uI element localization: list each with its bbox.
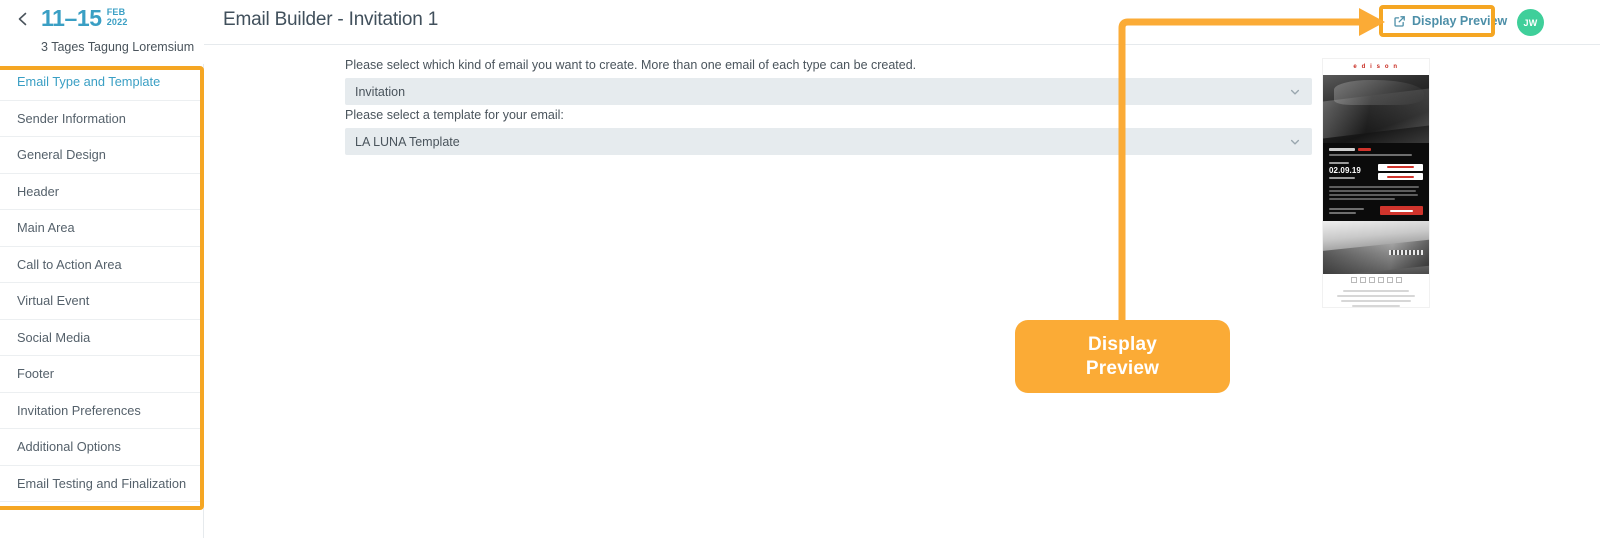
template-label: Please select a template for your email:: [345, 108, 564, 122]
chevron-down-icon[interactable]: [1289, 136, 1301, 148]
thumbnail-date-row: 02.09.19: [1329, 161, 1423, 181]
sidebar-item-header[interactable]: Header: [0, 173, 203, 210]
avatar[interactable]: JW: [1517, 9, 1544, 36]
sidebar-item-label: Main Area: [17, 220, 75, 236]
sidebar-item-footer[interactable]: Footer: [0, 356, 203, 393]
sidebar-nav: Email Type and Template Sender Informatio…: [0, 64, 204, 538]
chevron-down-icon[interactable]: [1289, 86, 1301, 98]
thumbnail-cta-text: [1329, 207, 1372, 214]
sidebar-item-label: Additional Options: [17, 439, 121, 455]
thumbnail-cta-row: [1329, 206, 1423, 216]
sidebar-item-label: Sender Information: [17, 110, 126, 126]
thumbnail-footer: [1323, 287, 1429, 307]
page-title: Email Builder - Invitation 1: [223, 9, 439, 30]
thumbnail-social-icons: [1323, 273, 1429, 287]
email-type-value: Invitation: [355, 84, 406, 99]
sidebar-item-virtual-event[interactable]: Virtual Event: [0, 283, 203, 320]
sidebar-item-label: Virtual Event: [17, 293, 90, 309]
event-date: 11–15 FEB 2022: [41, 5, 128, 31]
template-value: LA LUNA Template: [355, 134, 460, 149]
sidebar-item-label: Call to Action Area: [17, 256, 122, 272]
sidebar-item-social-media[interactable]: Social Media: [0, 319, 203, 356]
event-year: 2022: [106, 16, 128, 27]
sidebar-item-general-design[interactable]: General Design: [0, 137, 203, 174]
thumbnail-brand: e d i s o n: [1323, 59, 1429, 75]
email-type-select[interactable]: Invitation: [345, 78, 1312, 105]
app-root: 11–15 FEB 2022 3 Tages Tagung Loremsium …: [0, 0, 1600, 538]
thumbnail-date-col: 02.09.19: [1329, 161, 1374, 179]
thumbnail-headline: [1329, 147, 1423, 151]
sidebar-item-label: General Design: [17, 147, 106, 163]
thumbnail-body: 02.09.19: [1323, 142, 1429, 222]
sidebar-item-label: Invitation Preferences: [17, 402, 141, 418]
sidebar-item-sender-information[interactable]: Sender Information: [0, 100, 203, 137]
sidebar-item-main-area[interactable]: Main Area: [0, 210, 203, 247]
event-summary[interactable]: 11–15 FEB 2022 3 Tages Tagung Loremsium: [0, 0, 204, 64]
sidebar-item-email-testing-and-finalization[interactable]: Email Testing and Finalization: [0, 465, 203, 502]
event-subtitle: 3 Tages Tagung Loremsium: [41, 40, 195, 54]
email-template-thumbnail[interactable]: e d i s o n 02.09.19: [1323, 59, 1429, 307]
external-link-icon: [1393, 15, 1406, 28]
display-preview-button[interactable]: Display Preview: [1384, 8, 1517, 34]
thumbnail-weekday: [1329, 161, 1349, 164]
thumbnail-white-button: [1377, 173, 1423, 181]
sidebar-item-label: Social Media: [17, 329, 91, 345]
thumbnail-paragraph: [1329, 186, 1423, 201]
thumbnail-white-buttons: [1377, 162, 1423, 181]
sidebar-item-label: Email Type and Template: [17, 74, 161, 90]
sidebar-item-additional-options[interactable]: Additional Options: [0, 429, 203, 466]
sidebar-item-invitation-preferences[interactable]: Invitation Preferences: [0, 392, 203, 429]
sidebar-item-label: Email Testing and Finalization: [17, 475, 187, 491]
chevron-left-icon[interactable]: [15, 11, 31, 27]
sidebar-item-call-to-action-area[interactable]: Call to Action Area: [0, 246, 203, 283]
thumbnail-hero-image: [1323, 74, 1429, 143]
sidebar-item-label: Header: [17, 183, 59, 199]
top-bar: 11–15 FEB 2022 3 Tages Tagung Loremsium …: [0, 0, 1600, 64]
thumbnail-white-button: [1377, 163, 1423, 171]
sidebar-item-label: Footer: [17, 366, 54, 382]
avatar-initials: JW: [1523, 17, 1538, 28]
thumbnail-subhead: [1329, 153, 1412, 156]
thumbnail-date: 02.09.19: [1329, 165, 1361, 175]
thumbnail-cta-button: [1379, 206, 1423, 216]
sidebar-item-email-type-and-template[interactable]: Email Type and Template: [0, 64, 203, 101]
thumbnail-secondary-image: [1323, 221, 1429, 274]
template-select[interactable]: LA LUNA Template: [345, 128, 1312, 155]
thumbnail-start-time: [1329, 176, 1355, 179]
event-month-year: FEB 2022: [106, 7, 128, 27]
email-type-label: Please select which kind of email you wa…: [345, 58, 917, 72]
event-date-range: 11–15: [41, 5, 102, 31]
display-preview-label: Display Preview: [1412, 14, 1508, 28]
main-content: Please select which kind of email you wa…: [204, 45, 1600, 538]
